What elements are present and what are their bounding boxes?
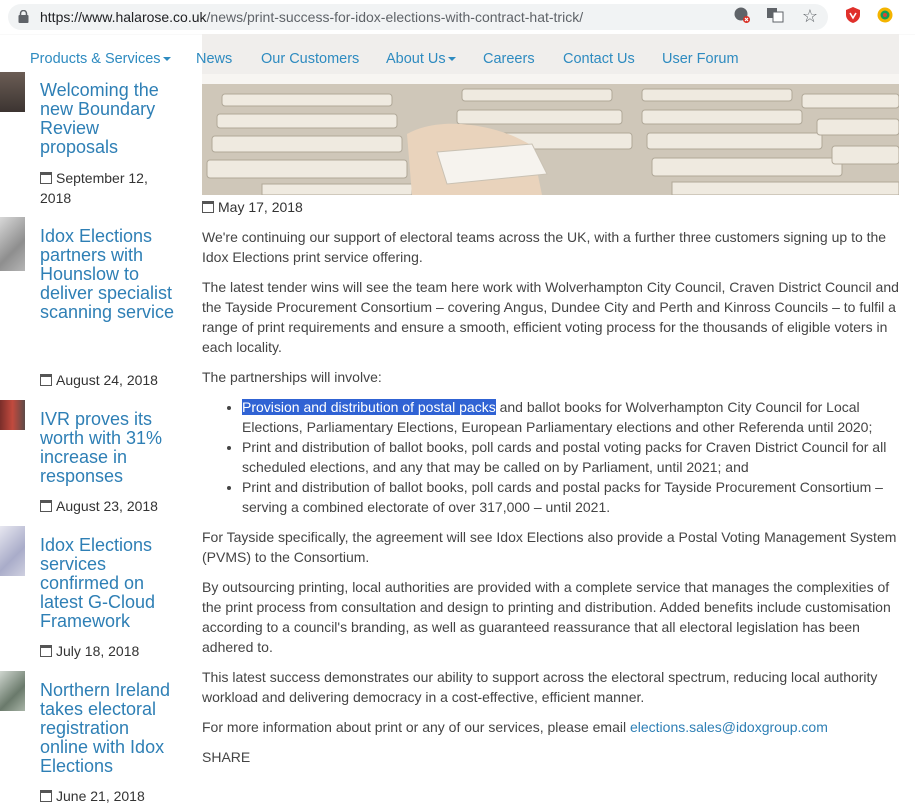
article-paragraph: We're continuing our support of electora… [202,229,887,265]
nav-label: Our Customers [261,51,360,67]
sidebar-news-title[interactable]: Welcoming the new Boundary Review propos… [40,81,180,157]
news-thumbnail[interactable] [0,526,25,576]
sidebar-news-title[interactable]: IVR proves its worth with 31% increase i… [40,410,180,486]
nav-user-forum[interactable]: User Forum [662,51,739,67]
list-item: Provision and distribution of postal pac… [242,397,902,437]
caret-down-icon [162,57,171,62]
calendar-icon [40,374,52,386]
lock-icon [18,10,29,23]
adblock-shield-icon[interactable] [843,6,863,26]
nav-label: News [196,51,233,67]
news-thumbnail[interactable] [0,217,25,271]
article-date: May 17, 2018 [202,197,902,217]
nav-careers[interactable]: Careers [483,51,535,67]
nav-label: User Forum [662,51,739,67]
nav-products-services[interactable]: Products & Services [30,51,171,67]
sidebar-news-date: June 21, 2018 [40,786,180,806]
url-text: https://www.halarose.co.uk/news/print-su… [40,9,583,25]
email-link[interactable]: elections.sales@idoxgroup.com [630,719,828,735]
cookie-blocked-icon[interactable] [732,6,752,26]
address-bar[interactable]: https://www.halarose.co.uk/news/print-su… [8,4,828,30]
calendar-icon [40,172,52,184]
article-paragraph: By outsourcing printing, local authoriti… [202,579,891,655]
article-paragraph: The latest tender wins will see the team… [202,279,899,355]
selected-text: Provision and distribution of postal pac… [242,399,496,415]
translate-icon[interactable] [765,6,785,26]
sidebar-news-date: September 12, 2018 [40,170,148,206]
article-paragraph: For Tayside specifically, the agreement … [202,529,897,565]
sidebar-news-date: August 24, 2018 [40,370,180,390]
calendar-icon [40,645,52,657]
article-body: May 17, 2018 We're continuing our suppor… [202,197,902,767]
nav-news[interactable]: News [196,51,232,67]
calendar-icon [202,201,214,213]
url-path: /news/print-success-for-idox-elections-w… [206,9,584,25]
article-paragraph: For more information about print or any … [202,719,828,735]
nav-label: About Us [386,51,446,67]
nav-label: Products & Services [30,51,161,67]
share-label: SHARE [202,749,251,765]
caret-down-icon [447,57,456,62]
sidebar-news-date: August 23, 2018 [40,496,180,516]
article-paragraph: This latest success demonstrates our abi… [202,669,878,705]
nav-label: Contact Us [563,51,635,67]
calendar-icon [40,500,52,512]
browser-toolbar: https://www.halarose.co.uk/news/print-su… [0,0,915,35]
news-thumbnail[interactable] [0,72,25,112]
url-host: https://www.halarose.co.uk [40,9,207,25]
extension-icon[interactable] [875,6,895,26]
news-thumbnail[interactable] [0,671,25,711]
bookmark-star-icon[interactable]: ☆ [800,6,820,26]
list-item: Print and distribution of ballot books, … [242,437,902,477]
sidebar-news-title[interactable]: Northern Ireland takes electoral registr… [40,681,180,776]
calendar-icon [40,790,52,802]
article-paragraph: The partnerships will involve: [202,369,382,385]
nav-label: Careers [483,51,535,67]
sidebar-news-title[interactable]: Idox Elections services confirmed on lat… [40,536,180,631]
sidebar-news-date: July 18, 2018 [40,641,180,661]
main-navigation: Products & Services News Our Customers A… [0,34,915,84]
nav-our-customers[interactable]: Our Customers [261,51,359,67]
list-item: Print and distribution of ballot books, … [242,477,902,517]
partnership-list: Provision and distribution of postal pac… [202,397,902,517]
news-thumbnail[interactable] [0,400,25,430]
sidebar-news-title[interactable]: Idox Elections partners with Hounslow to… [40,227,180,322]
nav-contact-us[interactable]: Contact Us [563,51,635,67]
nav-about-us[interactable]: About Us [386,51,456,67]
